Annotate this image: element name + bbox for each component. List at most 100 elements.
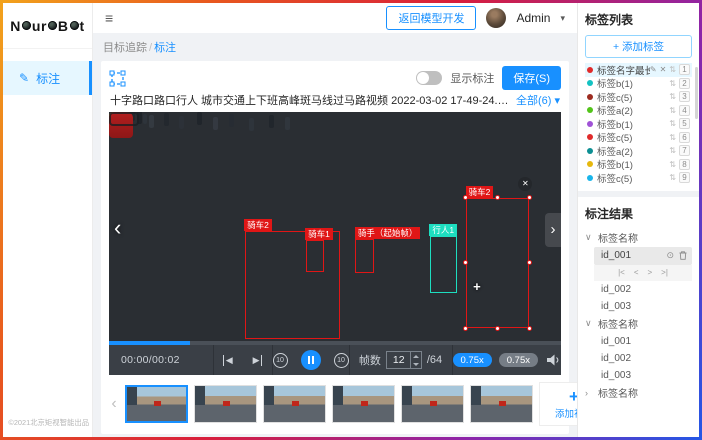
bbox-pedestrian-1[interactable]: 行人1 [430, 236, 457, 293]
result-group-header[interactable]: ∨ 标签名称 [585, 229, 692, 247]
last-frame-button[interactable]: >| [661, 268, 668, 277]
back-to-model-dev-button[interactable]: 返回模型开发 [386, 6, 476, 30]
resize-handle[interactable] [463, 326, 468, 331]
trash-icon[interactable] [679, 251, 687, 260]
tag-color-dot [587, 121, 593, 127]
resize-handle[interactable] [527, 326, 532, 331]
breadcrumb-parent[interactable]: 目标追踪 [103, 42, 147, 54]
shortcut-swap-icon: ⇅ [669, 106, 676, 115]
next-frame-button[interactable]: ▶ [253, 355, 262, 366]
prev-frame-button[interactable]: < [634, 268, 639, 277]
user-name[interactable]: Admin [516, 11, 550, 25]
tag-row[interactable]: 标签c(5) ⇅9 [585, 171, 692, 185]
bbox-cyclist-2[interactable]: 骑车2 [245, 231, 340, 339]
track-range-icon[interactable]: ⊙ [666, 250, 674, 261]
strip-prev-arrow[interactable]: ‹ [109, 395, 119, 413]
shortcut-swap-icon: ⇅ [669, 146, 676, 155]
forward-10-button[interactable]: 10 [334, 353, 349, 368]
shortcut-swap-icon: ⇅ [669, 92, 676, 101]
edit-tag-icon[interactable]: ✎ [650, 65, 657, 74]
video-thumbnail[interactable] [401, 385, 464, 423]
result-group-header[interactable]: › 标签名称 [585, 384, 692, 402]
frame-stepper[interactable] [410, 352, 421, 368]
speed-pill[interactable]: 0.75x [499, 353, 538, 367]
shortcut-swap-icon: ⇅ [669, 133, 676, 142]
result-id: id_002 [601, 353, 631, 364]
video-thumbnail[interactable] [263, 385, 326, 423]
collapse-menu-icon[interactable]: ≡ [105, 10, 113, 26]
video-title-row: 十字路口路口行人 城市交通上下班高峰斑马线过马路视频 2022-03-02 17… [110, 92, 560, 108]
step-up-icon[interactable] [411, 352, 421, 360]
video-thumbnail-selected[interactable] [125, 385, 188, 423]
step-down-icon[interactable] [411, 360, 421, 368]
delete-tag-icon[interactable]: ✕ [660, 65, 667, 74]
video-filter-dropdown[interactable]: 全部(6) ▾ [516, 92, 560, 108]
tag-list-title: 标签列表 [585, 11, 692, 28]
bbox-label: 骑车2 [466, 186, 494, 198]
prev-frame-button[interactable]: ◀ [223, 355, 232, 366]
user-avatar[interactable] [486, 8, 506, 28]
result-item[interactable]: id_002 [585, 350, 692, 367]
tag-row[interactable]: 标签名字最长数... ✎ ✕ ⇅ 1 [585, 63, 692, 77]
annotation-toolbar: 显示标注 保存(S) [109, 66, 561, 90]
bbox-cyclist-1[interactable]: 骑车1 [306, 240, 324, 272]
result-id: id_001 [601, 250, 631, 261]
breadcrumb: 目标追踪/标注 [103, 39, 569, 55]
frame-number-value: 12 [393, 354, 405, 366]
video-thumbnail[interactable] [194, 385, 257, 423]
caret-down-icon: ▾ [554, 95, 560, 107]
shortcut-key-badge: 8 [679, 159, 690, 170]
next-video-arrow[interactable]: › [545, 213, 561, 247]
rewind-10-button[interactable]: 10 [273, 353, 288, 368]
video-player[interactable]: 骑车2 骑车1 骑手（起始帧） 行人1 骑车2 [109, 112, 561, 341]
tag-color-dot [587, 80, 593, 86]
speed-pill-active[interactable]: 0.75x [453, 353, 492, 367]
first-frame-button[interactable]: |< [618, 268, 625, 277]
bbox-tool-icon[interactable] [109, 70, 126, 87]
prev-video-arrow[interactable]: ‹ [114, 217, 121, 239]
tag-row[interactable]: 标签b(1) ⇅5 [585, 117, 692, 131]
result-id: id_003 [601, 301, 631, 312]
bbox-rider-startframe[interactable]: 骑手（起始帧） [355, 239, 374, 273]
tag-row[interactable]: 标签b(1) ⇅8 [585, 158, 692, 172]
delete-box-button[interactable]: ✕ [518, 177, 532, 191]
resize-handle[interactable] [527, 260, 532, 265]
sidebar-item-annotate[interactable]: ✎ 标注 [3, 61, 92, 95]
result-item[interactable]: id_001 [585, 333, 692, 350]
tag-row[interactable]: 标签b(1) ⇅2 [585, 77, 692, 91]
pause-button[interactable] [301, 350, 321, 370]
resize-handle[interactable] [527, 195, 532, 200]
add-tag-button[interactable]: + 添加标签 [585, 35, 692, 58]
save-button[interactable]: 保存(S) [502, 66, 561, 90]
tag-name: 标签c(5) [597, 90, 669, 104]
result-group-header[interactable]: ∨ 标签名称 [585, 315, 692, 333]
scrollbar[interactable] [695, 67, 698, 119]
show-annotations-toggle[interactable] [416, 71, 442, 85]
shortcut-swap-icon: ⇅ [669, 65, 676, 74]
result-item-selected[interactable]: id_001 ⊙ [594, 247, 692, 265]
tag-row[interactable]: 标签a(2) ⇅4 [585, 104, 692, 118]
video-thumbnail[interactable] [332, 385, 395, 423]
resize-handle[interactable] [495, 326, 500, 331]
results-title: 标注结果 [585, 205, 692, 222]
resize-handle[interactable] [495, 195, 500, 200]
pencil-icon: ✎ [19, 71, 29, 85]
tag-name: 标签b(1) [597, 76, 669, 90]
app: NurBt ✎ 标注 ©2021北京矩视智能出品 ≡ 返回模型开发 Admin … [3, 3, 699, 437]
bbox-selected[interactable]: 骑车2 ✕ + [466, 198, 529, 329]
tag-row[interactable]: 标签a(2) ⇅7 [585, 144, 692, 158]
annotation-results-section: 标注结果 ∨ 标签名称 id_001 ⊙ |< < > >| id_002 id… [578, 197, 699, 408]
result-item[interactable]: id_002 [585, 281, 692, 298]
video-thumbnail[interactable] [470, 385, 533, 423]
frame-total: /64 [427, 354, 442, 366]
next-frame-button[interactable]: > [648, 268, 653, 277]
tag-row[interactable]: 标签c(5) ⇅6 [585, 131, 692, 145]
result-item[interactable]: id_003 [585, 298, 692, 315]
volume-icon[interactable] [547, 354, 561, 366]
result-item[interactable]: id_003 [585, 367, 692, 384]
shortcut-key-badge: 1 [679, 64, 690, 75]
frame-number-input[interactable]: 12 [386, 351, 422, 369]
tag-row[interactable]: 标签c(5) ⇅3 [585, 90, 692, 104]
resize-handle[interactable] [463, 195, 468, 200]
resize-handle[interactable] [463, 260, 468, 265]
